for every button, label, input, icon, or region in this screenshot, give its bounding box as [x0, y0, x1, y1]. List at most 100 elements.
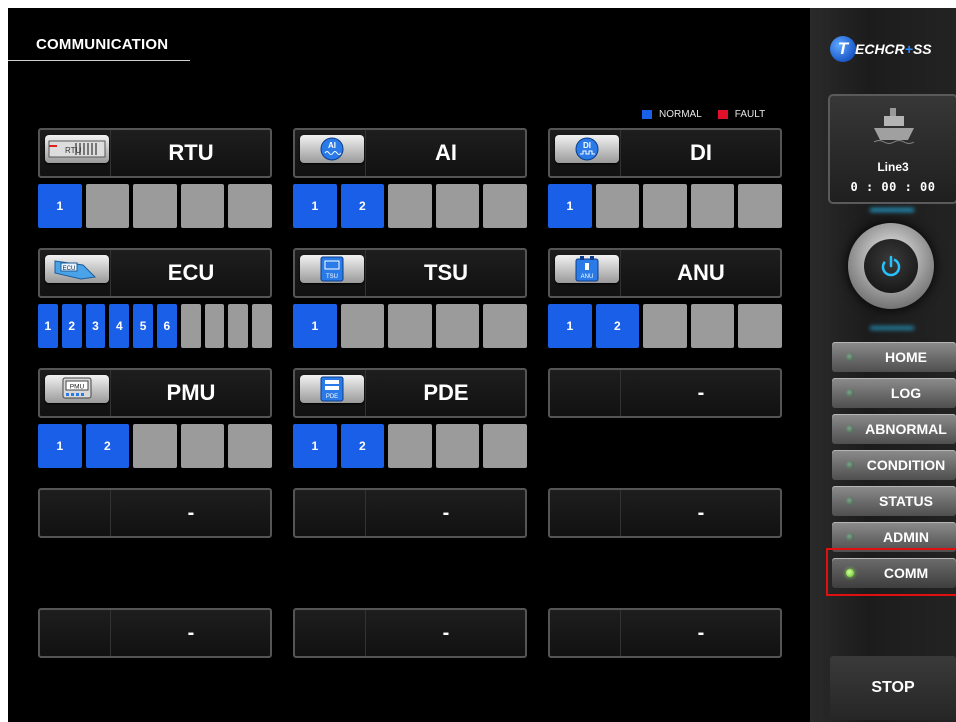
channel-indicator: 4: [109, 304, 130, 348]
channel-indicator: 1: [38, 184, 82, 228]
nav-abnormal-label: ABNORMAL: [865, 421, 947, 437]
empty-slot-label: -: [187, 502, 195, 524]
channel-indicator: 6: [156, 304, 177, 348]
channel-row-di: 1: [548, 184, 782, 228]
page-title: COMMUNICATION: [36, 36, 169, 53]
glow-divider: [870, 326, 914, 330]
legend-normal-label: NORMAL: [659, 109, 702, 120]
logo-text-b: SS: [912, 41, 932, 57]
channel-indicator: [180, 304, 201, 348]
led-indicator-icon: [846, 569, 854, 577]
channel-indicator: [435, 304, 480, 348]
legend-normal-swatch: [642, 110, 652, 119]
anu-icon: ANU: [555, 255, 619, 283]
channel-indicator: [228, 424, 272, 468]
stop-button[interactable]: STOP: [830, 656, 956, 720]
empty-slot-label: -: [442, 622, 450, 644]
empty-slot-label: -: [697, 622, 705, 644]
nav-status-button[interactable]: STATUS: [832, 486, 956, 516]
legend-fault-label: FAULT: [734, 109, 766, 120]
module-header-anu: ANU ANU: [548, 248, 782, 298]
empty-slot-header: -: [38, 608, 272, 658]
empty-slot-label: -: [442, 502, 450, 524]
empty-slot-label: -: [187, 622, 195, 644]
pmu-icon: PMU: [45, 375, 109, 403]
screen: COMMUNICATION NORMAL FAULT RTU RTU 1 AI …: [8, 8, 956, 722]
channel-indicator: [595, 184, 640, 228]
nav-log-label: LOG: [890, 385, 922, 401]
channel-indicator: 3: [85, 304, 106, 348]
channel-indicator: [643, 304, 687, 348]
logo-text: ECHCR+SS: [855, 41, 932, 57]
channel-indicator: [340, 304, 385, 348]
channel-indicator: [180, 424, 225, 468]
module-header-pde: PDE PDE: [293, 368, 527, 418]
led-indicator-icon: [846, 389, 854, 397]
empty-slot-header: -: [293, 608, 527, 658]
channel-indicator: 1: [548, 304, 592, 348]
module-header-di: DI DI: [548, 128, 782, 178]
logo-text-a: ECHCR: [855, 41, 905, 57]
pmu-icon-text: PMU: [70, 384, 85, 391]
module-name-rtu: RTU: [168, 140, 214, 165]
tsu-icon-text: TSU: [326, 274, 338, 280]
pde-icon-text: PDE: [326, 394, 338, 400]
rtu-icon: RTU: [45, 135, 109, 163]
logo-text-plus: +: [904, 41, 913, 57]
ai-icon: AI: [300, 135, 364, 163]
power-icon: [881, 255, 901, 277]
channel-indicator: [85, 184, 130, 228]
channel-indicator: 2: [595, 304, 640, 348]
module-header-tsu: TSU TSU: [293, 248, 527, 298]
led-indicator-icon: [846, 497, 854, 505]
line-status-box[interactable]: Line3 0 : 00 : 00: [828, 94, 956, 204]
nav-log-button[interactable]: LOG: [832, 378, 956, 408]
legend-normal: NORMAL: [642, 109, 702, 120]
module-name-di: DI: [690, 140, 712, 165]
pde-icon: PDE: [300, 375, 364, 403]
channel-row-pde: 12: [293, 424, 527, 468]
empty-slot-header: -: [548, 368, 782, 418]
led-indicator-icon: [846, 461, 854, 469]
channel-row-anu: 12: [548, 304, 782, 348]
nav-home-button[interactable]: HOME: [832, 342, 956, 372]
channel-indicator: [133, 184, 177, 228]
nav-abnormal-button[interactable]: ABNORMAL: [832, 414, 956, 444]
channel-row-pmu: 12: [38, 424, 272, 468]
anu-icon-text: ANU: [581, 274, 594, 280]
channel-indicator: [388, 424, 432, 468]
channel-indicator: 1: [548, 184, 592, 228]
channel-indicator: [388, 184, 432, 228]
channel-indicator: [483, 424, 527, 468]
empty-slot-header: -: [548, 488, 782, 538]
empty-slot-header: -: [548, 608, 782, 658]
channel-indicator: [388, 304, 432, 348]
channel-indicator: [690, 304, 735, 348]
ai-icon-text: AI: [328, 141, 336, 150]
channel-indicator: 2: [85, 424, 130, 468]
module-header-pmu: PMU PMU: [38, 368, 272, 418]
nav-home-label: HOME: [885, 349, 927, 365]
channel-row-tsu: 1: [293, 304, 527, 348]
nav-status-label: STATUS: [879, 493, 933, 509]
tsu-icon: TSU: [300, 255, 364, 283]
channel-indicator: [738, 304, 782, 348]
empty-slot-label: -: [697, 502, 705, 524]
channel-indicator: [690, 184, 735, 228]
nav-comm-button[interactable]: COMM: [832, 558, 956, 588]
channel-indicator: 1: [293, 424, 337, 468]
module-name-tsu: TSU: [424, 260, 468, 285]
channel-indicator: [435, 184, 480, 228]
channel-indicator: 2: [61, 304, 82, 348]
main-panel: COMMUNICATION NORMAL FAULT RTU RTU 1 AI …: [8, 8, 810, 722]
power-button[interactable]: [848, 223, 934, 309]
logo-mark: T: [830, 36, 856, 62]
channel-indicator: [435, 424, 480, 468]
nav-comm-label: COMM: [883, 565, 929, 581]
di-icon-text: DI: [583, 141, 591, 150]
nav-condition-button[interactable]: CONDITION: [832, 450, 956, 480]
techcross-logo: T ECHCR+SS: [830, 36, 932, 62]
channel-indicator: [738, 184, 782, 228]
channel-indicator: 1: [38, 304, 58, 348]
channel-indicator: [252, 304, 272, 348]
